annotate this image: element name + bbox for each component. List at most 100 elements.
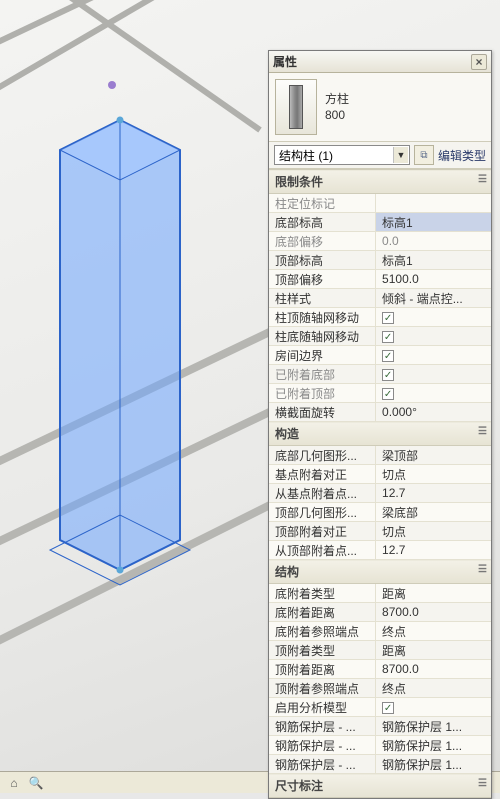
property-row: 柱定位标记 bbox=[269, 194, 491, 213]
property-row[interactable]: 柱样式倾斜 - 端点控... bbox=[269, 289, 491, 308]
property-row[interactable]: 顶部标高标高1 bbox=[269, 251, 491, 270]
expand-icon: ☰ bbox=[478, 564, 487, 575]
property-value[interactable]: 12.7 bbox=[376, 484, 491, 503]
expand-icon: ☰ bbox=[478, 174, 487, 185]
property-label: 房间边界 bbox=[269, 346, 376, 365]
type-selector[interactable]: 方柱 800 bbox=[269, 73, 491, 142]
filter-icon[interactable]: ⧉ bbox=[414, 145, 434, 165]
property-value[interactable]: 标高1 bbox=[376, 213, 491, 232]
property-label: 顶附着类型 bbox=[269, 641, 376, 660]
property-row[interactable]: 底部标高标高1 bbox=[269, 213, 491, 232]
property-label: 已附着底部 bbox=[269, 365, 376, 384]
property-label: 顶部偏移 bbox=[269, 270, 376, 289]
property-value[interactable]: ✓ bbox=[376, 327, 491, 346]
property-value[interactable]: 12.7 bbox=[376, 541, 491, 560]
property-row[interactable]: 顶部偏移5100.0 bbox=[269, 270, 491, 289]
palette-titlebar[interactable]: 属性 × bbox=[269, 51, 491, 73]
property-value[interactable]: ✓ bbox=[376, 698, 491, 717]
property-value[interactable]: 距离 bbox=[376, 584, 491, 603]
property-label: 底部标高 bbox=[269, 213, 376, 232]
checkbox[interactable]: ✓ bbox=[382, 312, 394, 324]
property-row[interactable]: 柱顶随轴网移动✓ bbox=[269, 308, 491, 327]
group-header[interactable]: 尺寸标注☰ bbox=[269, 774, 491, 798]
property-row[interactable]: 房间边界 ✓ bbox=[269, 346, 491, 365]
property-label: 钢筋保护层 - ... bbox=[269, 736, 376, 755]
close-icon[interactable]: × bbox=[471, 54, 487, 70]
edit-type-button[interactable]: 编辑类型 bbox=[438, 147, 486, 164]
type-name: 800 bbox=[325, 107, 349, 123]
property-row[interactable]: 顶附着参照端点终点 bbox=[269, 679, 491, 698]
property-value[interactable]: 标高1 bbox=[376, 251, 491, 270]
property-value[interactable]: 8700.0 bbox=[376, 603, 491, 622]
property-label: 顶附着参照端点 bbox=[269, 679, 376, 698]
property-row: 已附着底部 ✓ bbox=[269, 365, 491, 384]
property-value[interactable]: ✓ bbox=[376, 308, 491, 327]
element-filter-dropdown[interactable]: 结构柱 (1) ▼ bbox=[274, 145, 410, 165]
property-value[interactable]: 终点 bbox=[376, 679, 491, 698]
property-value[interactable]: 梁底部 bbox=[376, 503, 491, 522]
property-value[interactable]: ✓ bbox=[376, 346, 491, 365]
property-value[interactable]: 倾斜 - 端点控... bbox=[376, 289, 491, 308]
property-label: 从顶部附着点... bbox=[269, 541, 376, 560]
property-row[interactable]: 顶附着类型距离 bbox=[269, 641, 491, 660]
nav-icon-2[interactable]: 🔍 bbox=[28, 775, 44, 791]
checkbox: ✓ bbox=[382, 388, 394, 400]
checkbox[interactable]: ✓ bbox=[382, 350, 394, 362]
family-name: 方柱 bbox=[325, 91, 349, 107]
property-row[interactable]: 从基点附着点...12.7 bbox=[269, 484, 491, 503]
property-row[interactable]: 从顶部附着点...12.7 bbox=[269, 541, 491, 560]
property-value[interactable]: 钢筋保护层 1... bbox=[376, 755, 491, 774]
property-value[interactable]: 5100.0 bbox=[376, 270, 491, 289]
group-name: 构造 bbox=[275, 427, 299, 441]
type-thumbnail bbox=[275, 79, 317, 135]
element-filter-value: 结构柱 (1) bbox=[279, 147, 333, 164]
property-label: 基点附着对正 bbox=[269, 465, 376, 484]
property-row[interactable]: 柱底随轴网移动 ✓ bbox=[269, 327, 491, 346]
property-value bbox=[376, 194, 491, 213]
property-row[interactable]: 底部几何图形...梁顶部 bbox=[269, 446, 491, 465]
properties-palette: 属性 × 方柱 800 结构柱 (1) ▼ ⧉ 编辑类型 限制条件☰柱定位标记底… bbox=[268, 50, 492, 799]
group-header[interactable]: 构造☰ bbox=[269, 422, 491, 446]
nav-icon-1[interactable]: ⌂ bbox=[6, 775, 22, 791]
property-row[interactable]: 钢筋保护层 - ...钢筋保护层 1... bbox=[269, 755, 491, 774]
property-row[interactable]: 底附着参照端点终点 bbox=[269, 622, 491, 641]
property-label: 顶部几何图形... bbox=[269, 503, 376, 522]
property-row[interactable]: 基点附着对正切点 bbox=[269, 465, 491, 484]
property-label: 柱底随轴网移动 bbox=[269, 327, 376, 346]
property-row[interactable]: 底附着距离8700.0 bbox=[269, 603, 491, 622]
property-label: 底附着类型 bbox=[269, 584, 376, 603]
property-value[interactable]: 0.000° bbox=[376, 403, 491, 422]
properties-scroll[interactable]: 限制条件☰柱定位标记底部标高标高1底部偏移0.0顶部标高标高1顶部偏移5100.… bbox=[269, 169, 491, 798]
expand-icon: ☰ bbox=[478, 778, 487, 789]
property-row[interactable]: 钢筋保护层 - ...钢筋保护层 1... bbox=[269, 717, 491, 736]
group-header[interactable]: 限制条件 ☰ bbox=[269, 170, 491, 194]
property-row[interactable]: 顶部几何图形...梁底部 bbox=[269, 503, 491, 522]
property-row[interactable]: 顶附着距离8700.0 bbox=[269, 660, 491, 679]
group-name: 限制条件 bbox=[275, 175, 323, 189]
property-row: 已附着顶部 ✓ bbox=[269, 384, 491, 403]
property-value[interactable]: 钢筋保护层 1... bbox=[376, 736, 491, 755]
property-value[interactable]: 8700.0 bbox=[376, 660, 491, 679]
property-label: 启用分析模型 bbox=[269, 698, 376, 717]
property-value[interactable]: 切点 bbox=[376, 522, 491, 541]
property-value[interactable]: 钢筋保护层 1... bbox=[376, 717, 491, 736]
property-row[interactable]: 横截面旋转0.000° bbox=[269, 403, 491, 422]
property-value[interactable]: 距离 bbox=[376, 641, 491, 660]
property-label: 顶部附着对正 bbox=[269, 522, 376, 541]
chevron-down-icon: ▼ bbox=[393, 147, 408, 163]
property-row[interactable]: 启用分析模型 ✓ bbox=[269, 698, 491, 717]
checkbox: ✓ bbox=[382, 369, 394, 381]
checkbox[interactable]: ✓ bbox=[382, 702, 394, 714]
property-row[interactable]: 顶部附着对正切点 bbox=[269, 522, 491, 541]
property-value[interactable]: 梁顶部 bbox=[376, 446, 491, 465]
property-row[interactable]: 底附着类型距离 bbox=[269, 584, 491, 603]
property-value[interactable]: 终点 bbox=[376, 622, 491, 641]
group-header[interactable]: 结构☰ bbox=[269, 560, 491, 584]
property-value[interactable]: 切点 bbox=[376, 465, 491, 484]
property-row[interactable]: 钢筋保护层 - ...钢筋保护层 1... bbox=[269, 736, 491, 755]
property-value: ✓ bbox=[376, 365, 491, 384]
property-label: 底附着距离 bbox=[269, 603, 376, 622]
property-label: 底附着参照端点 bbox=[269, 622, 376, 641]
checkbox[interactable]: ✓ bbox=[382, 331, 394, 343]
property-label: 已附着顶部 bbox=[269, 384, 376, 403]
